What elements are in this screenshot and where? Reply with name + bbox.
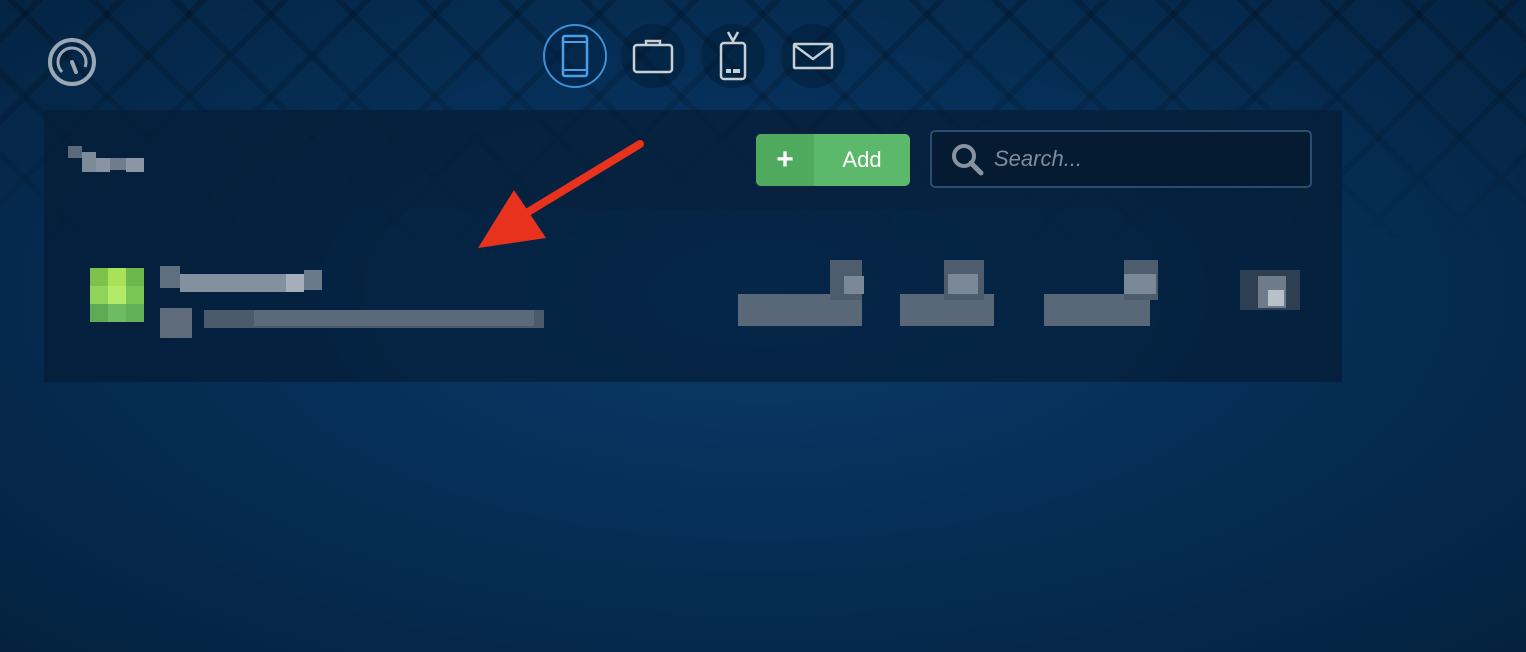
search-box[interactable]	[930, 130, 1312, 188]
briefcase-icon	[632, 39, 674, 74]
avatar	[90, 268, 144, 324]
list-item[interactable]	[44, 240, 1342, 360]
envelope-icon	[792, 42, 834, 70]
tab-briefcase[interactable]	[621, 24, 685, 88]
add-button-label: Add	[842, 147, 882, 172]
dashboard-button[interactable]	[46, 36, 98, 88]
tab-id-badge[interactable]	[701, 24, 765, 88]
search-icon	[952, 144, 984, 176]
tab-tablet[interactable]	[543, 24, 607, 88]
plus-icon: +	[756, 134, 814, 186]
add-button[interactable]: + Add	[756, 134, 910, 186]
speedometer-icon	[48, 38, 96, 86]
search-input[interactable]	[992, 145, 1296, 173]
tab-mail[interactable]	[781, 24, 845, 88]
redacted-title	[68, 146, 144, 172]
tablet-icon	[561, 34, 589, 78]
id-badge-icon	[719, 31, 747, 81]
contacts-panel: + Add	[44, 110, 1342, 382]
panel-header: + Add	[44, 110, 1342, 210]
